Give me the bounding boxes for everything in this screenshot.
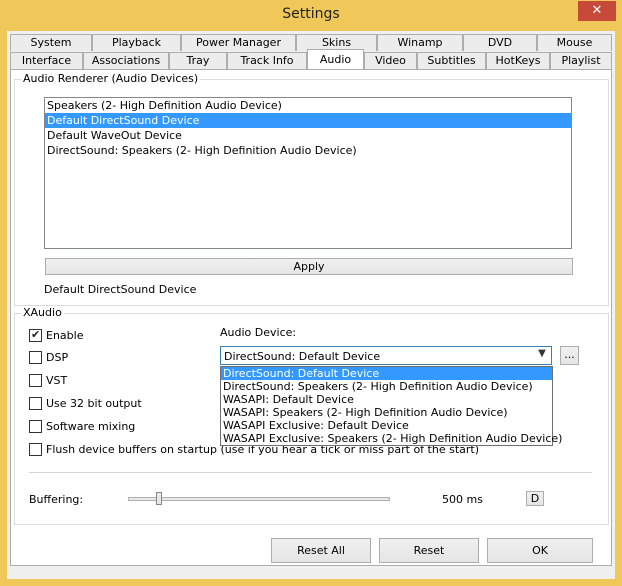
vst-checkbox-label: VST [46, 374, 68, 387]
reset-button[interactable]: Reset [379, 538, 479, 563]
tab-audio[interactable]: Audio [307, 49, 364, 69]
enable-checkbox-label: Enable [46, 329, 84, 342]
tab-dvd[interactable]: DVD [463, 34, 537, 51]
checkbox-icon [29, 351, 42, 364]
dropdown-option[interactable]: WASAPI Exclusive: Speakers (2- High Defi… [221, 432, 562, 445]
tab-interface[interactable]: Interface [10, 52, 83, 69]
tab-subtitles[interactable]: Subtitles [417, 52, 486, 69]
checkbox-icon [29, 374, 42, 387]
buffering-value: 500 ms [442, 493, 483, 506]
tab-winamp[interactable]: Winamp [377, 34, 463, 51]
xaudio-group: XAudio Enable DSP VST Use 32 bit output … [14, 306, 609, 525]
audio-device-combo-value: DirectSound: Default Device [224, 350, 381, 363]
buffering-slider-track[interactable] [128, 497, 390, 501]
tab-tray[interactable]: Tray [169, 52, 227, 69]
dropdown-option[interactable]: WASAPI: Speakers (2- High Definition Aud… [221, 406, 552, 419]
checkbox-icon [29, 420, 42, 433]
software-mixing-checkbox[interactable]: Software mixing [29, 420, 135, 434]
settings-window: Settings ✕ System Playback Power Manager… [0, 0, 622, 586]
close-button[interactable]: ✕ [578, 1, 616, 21]
audio-renderer-group: Audio Renderer (Audio Devices) Speakers … [14, 72, 609, 306]
checkbox-icon [29, 443, 42, 456]
xaudio-group-label: XAudio [21, 306, 64, 319]
reset-all-button[interactable]: Reset All [271, 538, 371, 563]
use-32bit-checkbox[interactable]: Use 32 bit output [29, 397, 142, 411]
tab-power-manager[interactable]: Power Manager [181, 34, 296, 51]
tab-playback[interactable]: Playback [92, 34, 181, 51]
audio-device-label: Audio Device: [220, 326, 297, 339]
apply-button[interactable]: Apply [45, 258, 573, 275]
checkbox-icon [29, 397, 42, 410]
dropdown-option[interactable]: DirectSound: Default Device [221, 367, 552, 380]
tab-playlist[interactable]: Playlist [550, 52, 612, 69]
tab-system[interactable]: System [10, 34, 92, 51]
dropdown-option[interactable]: DirectSound: Speakers (2- High Definitio… [221, 380, 552, 393]
buffering-default-button[interactable]: D [526, 491, 544, 506]
tab-video[interactable]: Video [364, 52, 417, 69]
buffering-label: Buffering: [29, 493, 84, 506]
tab-track-info[interactable]: Track Info [227, 52, 307, 69]
audio-tab-page: Audio Renderer (Audio Devices) Speakers … [10, 69, 612, 566]
list-item[interactable]: Default WaveOut Device [45, 128, 571, 143]
dsp-checkbox-label: DSP [46, 351, 69, 364]
dsp-checkbox[interactable]: DSP [29, 351, 68, 365]
tab-associations[interactable]: Associations [83, 52, 169, 69]
list-item[interactable]: Speakers (2- High Definition Audio Devic… [45, 98, 571, 113]
current-device-label: Default DirectSound Device [44, 283, 197, 296]
use-32bit-checkbox-label: Use 32 bit output [46, 397, 142, 410]
buffering-slider-thumb[interactable] [156, 492, 163, 505]
list-item[interactable]: DirectSound: Speakers (2- High Definitio… [45, 143, 571, 158]
vst-checkbox[interactable]: VST [29, 374, 67, 388]
audio-renderer-group-label: Audio Renderer (Audio Devices) [21, 72, 201, 85]
separator [29, 472, 592, 473]
tab-hotkeys[interactable]: HotKeys [486, 52, 550, 69]
title-bar: Settings ✕ [0, 0, 622, 31]
audio-device-dropdown: DirectSound: Default Device DirectSound:… [220, 366, 562, 446]
dropdown-option[interactable]: WASAPI Exclusive: Default Device [221, 419, 552, 432]
chevron-down-icon[interactable]: ▼ [535, 348, 549, 363]
window-title: Settings [282, 6, 340, 22]
tab-mouse[interactable]: Mouse [537, 34, 612, 51]
enable-checkbox[interactable]: Enable [29, 328, 84, 343]
software-mixing-checkbox-label: Software mixing [46, 420, 136, 433]
checkbox-checked-icon [29, 328, 42, 342]
audio-device-combo[interactable]: DirectSound: Default Device ▼ [220, 346, 552, 365]
audio-device-list[interactable]: Speakers (2- High Definition Audio Devic… [44, 97, 572, 249]
settings-client: System Playback Power Manager Skins Wina… [7, 31, 615, 579]
ok-button[interactable]: OK [487, 538, 593, 563]
browse-device-button[interactable]: ... [560, 346, 579, 365]
list-item[interactable]: Default DirectSound Device [45, 113, 571, 128]
dropdown-option[interactable]: WASAPI: Default Device [221, 393, 552, 406]
